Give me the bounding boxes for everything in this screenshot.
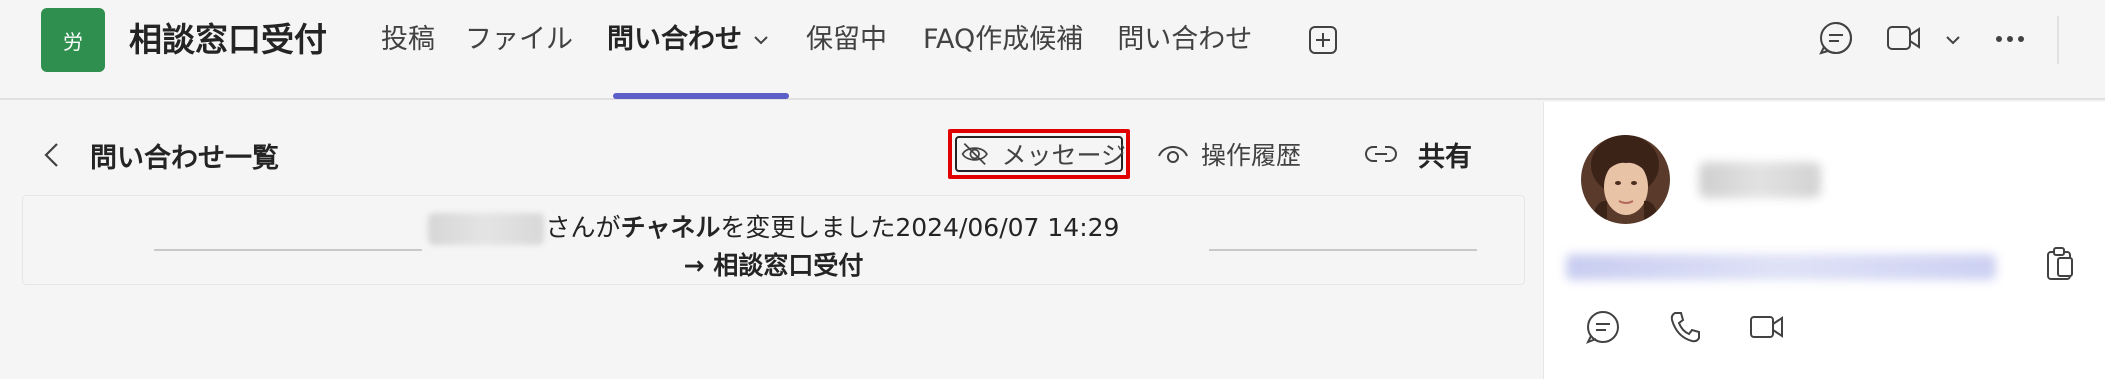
event-channel-word: チャネル: [620, 213, 721, 242]
eye-icon: [1158, 146, 1188, 163]
event-message: さんがチャネルを変更しました2024/06/07 14:29: [23, 208, 1524, 245]
chevron-down-icon[interactable]: [752, 31, 770, 49]
back-to-list[interactable]: 問い合わせ一覧: [42, 133, 279, 177]
channel-title: 相談窓口受付: [129, 20, 327, 59]
chat-icon[interactable]: [1818, 20, 1854, 56]
team-avatar-tile[interactable]: 労: [41, 8, 105, 72]
redacted-user-name: [427, 213, 544, 245]
event-text-a: さんが: [545, 213, 621, 242]
history-label: 操作履歴: [1201, 141, 1302, 170]
eye-off-icon: [961, 142, 988, 166]
tab-posts-label: 投稿: [381, 24, 435, 55]
add-tab-icon[interactable]: [1308, 25, 1338, 55]
redacted-contact-name: [1699, 162, 1821, 198]
avatar-photo: [1581, 135, 1670, 224]
active-tab-indicator: [613, 93, 789, 99]
header-divider: [2057, 16, 2059, 64]
phone-icon[interactable]: [1667, 309, 1703, 345]
video-icon[interactable]: [1749, 309, 1785, 345]
tab-faq-candidates[interactable]: FAQ作成候補: [923, 16, 1083, 64]
arrow-icon: →: [683, 251, 705, 280]
avatar[interactable]: [1581, 135, 1670, 224]
channel-header: 労 相談窓口受付 投稿 ファイル 問い合わせ 保留中 FAQ作成候補 問い合わせ: [0, 0, 2105, 100]
chevron-left-icon[interactable]: [42, 141, 60, 169]
contact-actions: [1585, 309, 1831, 345]
back-label: 問い合わせ一覧: [90, 142, 279, 174]
tab-files[interactable]: ファイル: [465, 16, 573, 64]
message-toggle-button[interactable]: メッセージ: [948, 129, 1130, 179]
event-new-channel: → 相談窓口受付: [23, 246, 1524, 282]
tab-inquiries-label: 問い合わせ: [607, 24, 742, 55]
tab-bar: 投稿 ファイル 問い合わせ 保留中 FAQ作成候補 問い合わせ: [381, 16, 1252, 64]
tab-inquiries-2-label: 問い合わせ: [1117, 24, 1253, 55]
inquiry-detail: 問い合わせ一覧 メッセージ 操作履歴 共有 さんがチャネルを変更しました2024…: [0, 102, 1543, 379]
share-button[interactable]: 共有: [1364, 129, 1472, 179]
history-button[interactable]: 操作履歴: [1157, 129, 1301, 179]
message-label: メッセージ: [1001, 141, 1126, 170]
tab-inquiries-2[interactable]: 問い合わせ: [1117, 16, 1252, 64]
copy-icon[interactable]: [2044, 246, 2076, 282]
redacted-contact-email[interactable]: [1566, 254, 1996, 280]
tab-on-hold[interactable]: 保留中: [806, 16, 887, 64]
event-timestamp: 2024/06/07 14:29: [895, 213, 1120, 242]
tab-files-label: ファイル: [465, 24, 573, 55]
link-icon: [1365, 146, 1397, 162]
event-text-b: を変更しました: [720, 213, 896, 242]
call-options-chevron-icon[interactable]: [1945, 32, 1961, 48]
channel-change-event: さんがチャネルを変更しました2024/06/07 14:29 → 相談窓口受付: [22, 195, 1525, 285]
tab-faq-candidates-label: FAQ作成候補: [923, 24, 1084, 55]
share-label: 共有: [1418, 141, 1472, 173]
more-icon[interactable]: [1995, 34, 2025, 44]
chat-icon[interactable]: [1585, 309, 1621, 345]
team-avatar-char: 労: [63, 29, 83, 54]
video-call-icon[interactable]: [1886, 24, 1922, 52]
contact-panel: [1543, 102, 2105, 379]
tab-inquiries[interactable]: 問い合わせ: [607, 16, 770, 64]
tab-posts[interactable]: 投稿: [381, 16, 435, 64]
tab-on-hold-label: 保留中: [806, 24, 887, 55]
new-channel-name: 相談窓口受付: [713, 251, 864, 280]
